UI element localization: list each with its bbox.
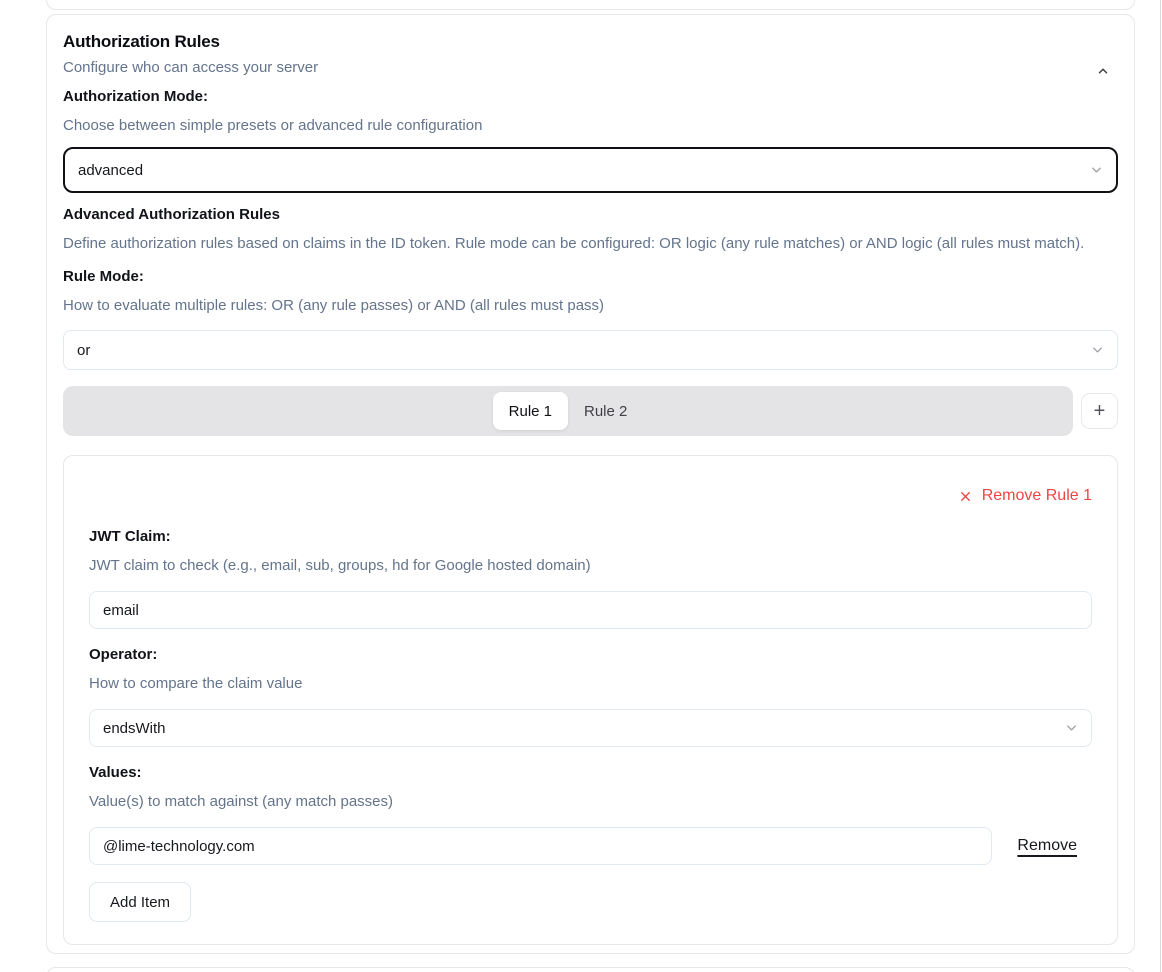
plus-icon: + — [1094, 401, 1106, 421]
jwt-claim-description: JWT claim to check (e.g., email, sub, gr… — [89, 556, 1092, 576]
jwt-claim-label: JWT Claim: — [89, 527, 1092, 547]
rule-mode-description: How to evaluate multiple rules: OR (any … — [63, 296, 1118, 316]
remove-rule-button[interactable]: Remove Rule 1 — [89, 486, 1092, 506]
section-subtitle: Configure who can access your server — [63, 58, 1118, 78]
chevron-up-icon — [1096, 64, 1110, 78]
rule-mode-value: or — [77, 342, 90, 359]
next-section-card — [46, 967, 1135, 972]
rule-mode-label: Rule Mode: — [63, 267, 1118, 287]
value-input[interactable] — [89, 827, 992, 865]
chevron-down-icon — [1089, 163, 1104, 178]
authorization-mode-select[interactable]: advanced — [63, 147, 1118, 193]
rule-mode-select[interactable]: or — [63, 330, 1118, 370]
authorization-mode-description: Choose between simple presets or advance… — [63, 116, 1118, 136]
page-edge-divider — [1160, 0, 1161, 972]
tab-rule-2[interactable]: Rule 2 — [568, 392, 643, 430]
section-header: Authorization Rules Configure who can ac… — [63, 31, 1118, 78]
operator-label: Operator: — [89, 645, 1092, 665]
chevron-down-icon — [1090, 343, 1105, 358]
rule-1-panel: Remove Rule 1 JWT Claim: JWT claim to ch… — [63, 455, 1118, 945]
values-description: Value(s) to match against (any match pas… — [89, 792, 1092, 812]
jwt-claim-input[interactable] — [89, 591, 1092, 629]
previous-section-card — [46, 0, 1135, 10]
value-item-row: Remove — [89, 827, 1092, 865]
advanced-rules-label: Advanced Authorization Rules — [63, 205, 1118, 225]
x-icon — [958, 489, 973, 504]
tab-rule-1[interactable]: Rule 1 — [493, 392, 568, 430]
add-item-button[interactable]: Add Item — [89, 882, 191, 922]
authorization-mode-label: Authorization Mode: — [63, 87, 1118, 107]
values-label: Values: — [89, 763, 1092, 783]
collapse-section-button[interactable] — [1090, 58, 1116, 84]
authorization-rules-card: Authorization Rules Configure who can ac… — [46, 14, 1135, 954]
advanced-rules-description: Define authorization rules based on clai… — [63, 234, 1118, 254]
authorization-mode-value: advanced — [78, 162, 143, 179]
remove-value-link[interactable]: Remove — [1017, 837, 1077, 855]
remove-rule-label: Remove Rule 1 — [982, 486, 1092, 506]
operator-select[interactable]: endsWith — [89, 709, 1092, 747]
add-rule-button[interactable]: + — [1081, 393, 1118, 429]
operator-description: How to compare the claim value — [89, 674, 1092, 694]
rule-tab-bar: Rule 1 Rule 2 — [63, 386, 1073, 436]
chevron-down-icon — [1064, 721, 1079, 736]
page-title: Authorization Rules — [63, 31, 1118, 53]
operator-value: endsWith — [103, 720, 166, 737]
rule-tabs-row: Rule 1 Rule 2 + — [63, 386, 1118, 436]
